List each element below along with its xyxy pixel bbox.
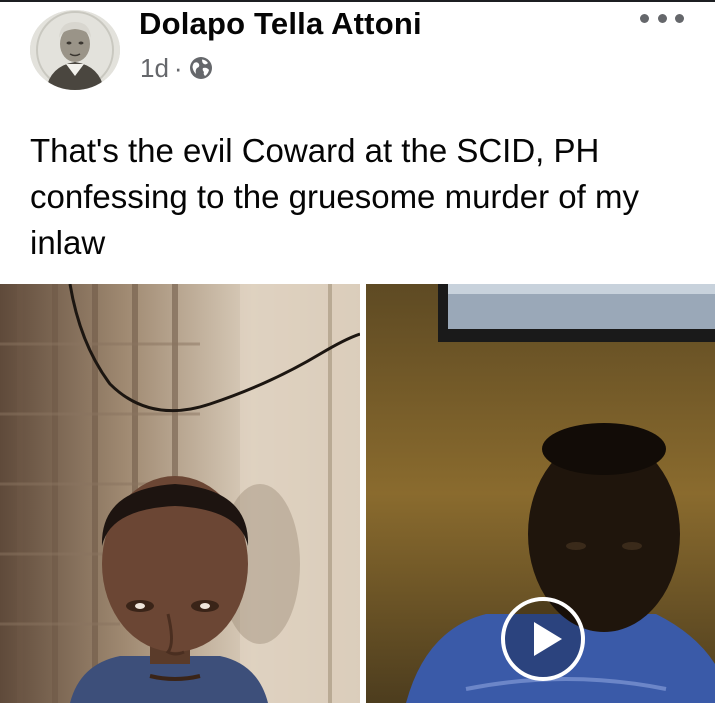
- avatar-portrait: [30, 10, 120, 90]
- post-timestamp[interactable]: 1d: [140, 53, 169, 84]
- more-dot: [657, 13, 667, 23]
- post-text: That's the evil Coward at the SCID, PH c…: [30, 132, 639, 261]
- author-avatar[interactable]: [30, 10, 120, 90]
- more-dot: [640, 13, 649, 23]
- post-meta: 1d ·: [140, 53, 213, 83]
- author-name[interactable]: Dolapo Tella Attoni: [139, 6, 422, 42]
- top-divider: [0, 0, 715, 2]
- globe-icon[interactable]: [189, 56, 213, 80]
- photo-left[interactable]: [0, 284, 360, 703]
- meta-separator: ·: [173, 52, 183, 83]
- more-dot: [675, 13, 684, 23]
- video-right[interactable]: [366, 284, 715, 703]
- play-icon[interactable]: [500, 596, 586, 682]
- facebook-post: Dolapo Tella Attoni 1d · That's the evil…: [0, 0, 715, 703]
- more-options-icon[interactable]: [640, 6, 684, 30]
